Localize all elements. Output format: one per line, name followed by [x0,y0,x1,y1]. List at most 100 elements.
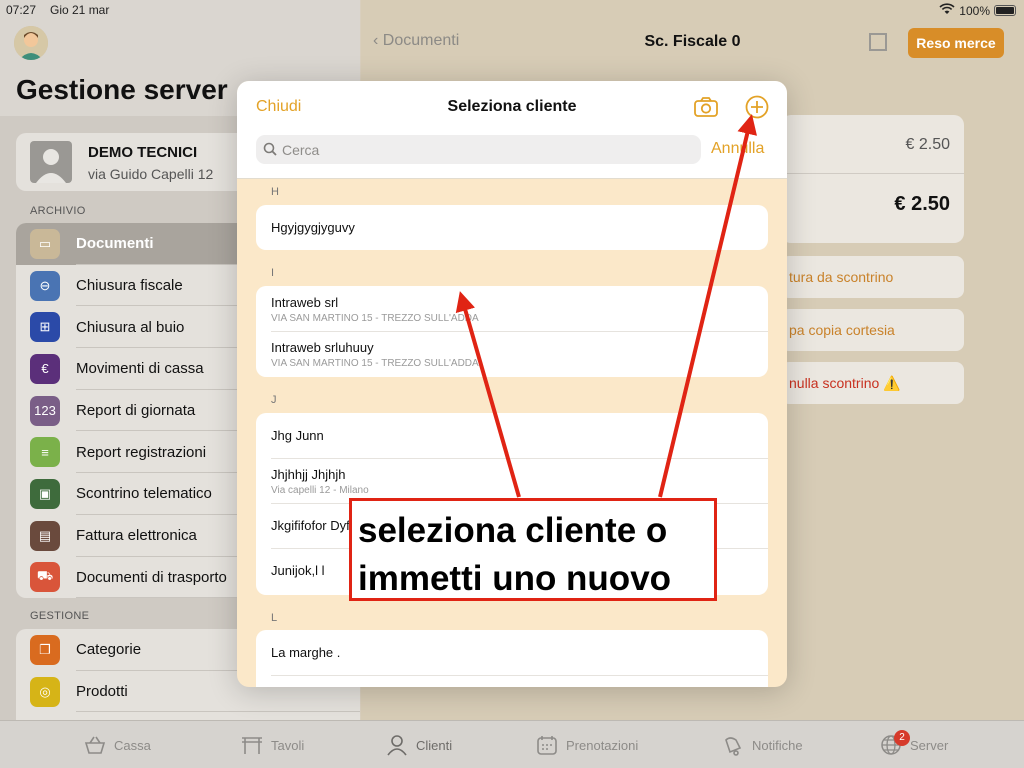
client-name: Jhg Junn [271,428,324,443]
tab-label: Prenotazioni [566,737,639,753]
sidebar-item-label: Documenti [76,235,154,253]
client-name: Junijok,l l [271,563,325,578]
battery-percent: 100% [959,3,990,18]
menu-icon: ❐ [30,634,60,665]
profile-picture [30,141,72,183]
client-group-l: La marghe . [256,630,768,687]
stampa-copia-cortesia-button[interactable]: pa copia cortesia [781,309,964,351]
client-group-h: Hgyjgygjyguvy [256,205,768,250]
profile-name: DEMO TECNICI [88,144,198,161]
modal-header: Chiudi Seleziona cliente Annulla [237,81,787,179]
status-bar: 07:27 Gio 21 mar 100% [0,0,1024,20]
sidebar-item-label: Chiusura al buio [76,318,185,336]
bell-icon [722,734,744,756]
sidebar-item-label: Report registrazioni [76,443,207,461]
annulla-scontrino-button[interactable]: nulla scontrino ⚠️ [781,362,964,404]
annotation-line-1: seleziona cliente o [358,511,668,550]
client-name: La marghe . [271,645,341,660]
calendar-icon [536,734,558,756]
add-client-icon[interactable] [745,95,769,124]
annotation-callout: seleziona cliente o immetti uno nuovo [349,498,717,601]
search-input[interactable] [282,135,682,164]
reso-merce-button[interactable]: Reso merce [908,28,1004,58]
menu-icon: ▤ [30,520,60,551]
status-time: 07:27 [6,3,37,17]
menu-icon: ◎ [30,676,60,707]
sidebar-item-label: Categorie [76,641,142,659]
profile-address: via Guido Capelli 12 [88,166,214,182]
menu-icon: ⛟ [30,562,60,593]
sidebar-item-label: Fattura elettronica [76,527,197,545]
menu-icon: ▣ [30,478,60,509]
subtotal-value: € 2.50 [905,136,950,153]
sidebar-title: Gestione server [16,74,228,105]
annotation-line-2: immetti uno nuovo [358,559,672,598]
cancel-button[interactable]: Annulla [711,140,764,158]
sidebar-item-label: Scontrino telematico [76,485,212,503]
total-value: € 2.50 [894,193,950,215]
menu-icon: ⊖ [30,270,60,301]
client-address: Via capelli 12 - Milano [271,485,369,496]
client-address: VIA SAN MARTINO 15 - TREZZO SULL'ADDA [271,358,479,369]
menu-icon: ▭ [30,228,60,259]
search-bar [256,135,701,164]
client-name: Hgyjgygjyguvy [271,220,355,235]
sidebar-item-label: Movimenti di cassa [76,360,204,378]
table-icon [241,734,263,756]
client-name: Intraweb srl [271,295,339,310]
basket-icon [84,734,106,756]
tab-bar: Cassa Tavoli Clienti Prenotazioni Notifi… [0,720,1024,768]
tab-prenotazioni[interactable]: Prenotazioni [536,721,638,768]
search-icon [263,142,277,161]
tab-label: Server [910,737,949,753]
fattura-da-scontrino-button[interactable]: tura da scontrino [781,256,964,298]
sidebar-item-label: Prodotti [76,683,128,701]
sidebar-item-label: Chiusura fiscale [76,277,183,295]
client-group-i: Intraweb srl VIA SAN MARTINO 15 - TREZZO… [256,286,768,377]
client-row[interactable]: Intraweb srluhuuy VIA SAN MARTINO 15 - T… [256,331,768,376]
tab-label: Cassa [114,737,151,753]
section-letter: I [271,267,275,279]
section-letter: H [271,186,279,198]
menu-icon: € [30,353,60,384]
section-letter: J [271,394,277,406]
avatar[interactable] [14,26,48,60]
tab-clienti[interactable]: Clienti [386,721,452,768]
tab-tavoli[interactable]: Tavoli [241,721,304,768]
client-row[interactable]: Intraweb srl VIA SAN MARTINO 15 - TREZZO… [256,286,768,331]
sidebar-item-label: Report di giornata [76,402,196,420]
client-name: Intraweb srluhuuy [271,340,374,355]
tab-label: Clienti [416,737,453,753]
gestione-section-label: GESTIONE [30,610,90,622]
camera-icon[interactable] [693,96,719,123]
status-date: Gio 21 mar [50,3,110,17]
tab-label: Tavoli [271,737,305,753]
client-row[interactable]: Jhg Junn [256,413,768,458]
notification-badge: 2 [894,730,910,746]
tab-cassa[interactable]: Cassa [84,721,151,768]
person-icon [386,734,408,756]
section-letter: L [271,612,278,624]
sidebar-item-label: Documenti di trasporto [76,568,227,586]
divider [781,173,964,174]
client-row[interactable]: Hgyjgygjyguvy [256,205,768,250]
tab-label: Notifiche [752,737,803,753]
client-row[interactable]: La marghe . [256,630,768,675]
totals-card: € 2.50 € 2.50 [781,115,964,243]
menu-icon: ≡ [30,437,60,468]
nav-bar: ‹ Documenti Sc. Fiscale 0 Reso merce [361,20,1024,66]
client-name: Jhjhhjj Jhjhjh [271,467,346,482]
archive-section-label: ARCHIVIO [30,205,86,217]
qr-code-icon[interactable] [869,33,887,51]
tab-server[interactable]: 2 Server [880,721,948,768]
wifi-icon [939,3,955,18]
menu-icon: ⊞ [30,312,60,343]
client-address: VIA SAN MARTINO 15 - TREZZO SULL'ADDA [271,313,479,324]
client-row[interactable] [256,675,768,687]
battery-icon [994,5,1016,16]
tab-notifiche[interactable]: Notifiche [722,721,803,768]
status-right: 100% [939,3,1016,18]
menu-icon: 123 [30,395,60,426]
client-row[interactable]: Jhjhhjj Jhjhjh Via capelli 12 - Milano [256,458,768,503]
globe-icon: 2 [880,730,910,756]
